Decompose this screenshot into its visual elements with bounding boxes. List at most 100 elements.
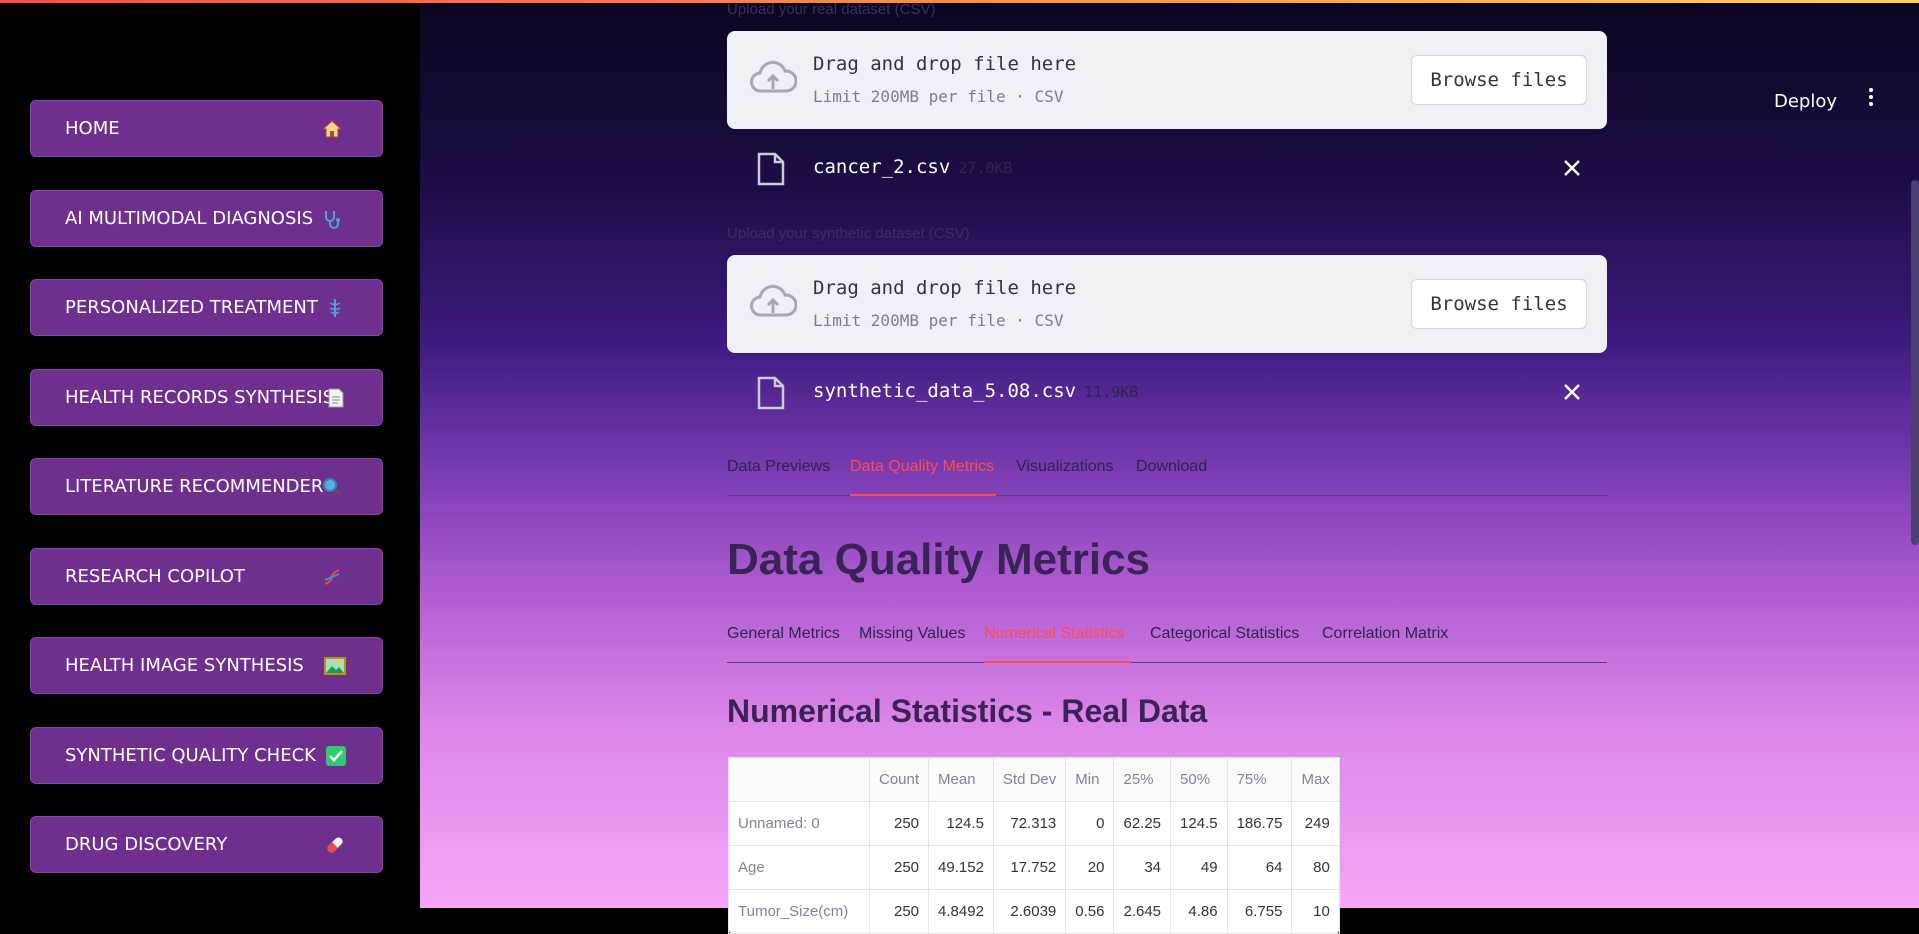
cloud-upload-icon: [750, 60, 797, 93]
dna-icon: [322, 567, 342, 587]
picture-icon: [324, 656, 346, 675]
file-uploader-synthetic[interactable]: Drag and drop file here Limit 200MB per …: [727, 255, 1607, 353]
column-header[interactable]: [728, 757, 870, 802]
table-cell: 250: [868, 889, 930, 934]
sidebar-item-label: DRUG DISCOVERY: [65, 834, 228, 855]
tab-download[interactable]: Download: [1136, 458, 1207, 476]
table-row: Age 250 49.152 17.752 20 34 49 64 80: [728, 845, 1340, 890]
file-size: 11.9KB: [1084, 383, 1139, 401]
table-cell: 124.5: [928, 801, 994, 846]
sidebar-item-label: RESEARCH COPILOT: [65, 566, 245, 587]
magnifier-icon: [322, 477, 342, 497]
tab-visualizations[interactable]: Visualizations: [1016, 458, 1114, 476]
file-icon: [757, 152, 785, 186]
table-cell: 62.25: [1113, 801, 1172, 846]
deploy-button[interactable]: Deploy: [1774, 91, 1837, 112]
numerical-stats-table: Count Mean Std Dev Min 25% 50% 75% Max U…: [728, 757, 1340, 934]
sidebar-item-research-copilot[interactable]: RESEARCH COPILOT: [30, 548, 383, 605]
table-cell: 20: [1065, 845, 1115, 890]
table-cell: 6.755: [1226, 889, 1293, 934]
table-cell: 186.75: [1226, 801, 1293, 846]
table-cell: 250: [868, 845, 930, 890]
column-header[interactable]: Mean: [928, 757, 994, 802]
file-icon: [757, 376, 785, 410]
active-tab-indicator: [850, 494, 996, 496]
tab-general-metrics[interactable]: General Metrics: [727, 625, 840, 643]
page-title: Data Quality Metrics: [727, 535, 1151, 584]
tab-numerical-statistics[interactable]: Numerical Statistics: [984, 625, 1124, 643]
drag-drop-text: Drag and drop file here: [813, 53, 1077, 75]
sidebar-item-ai-multimodal-diagnosis[interactable]: AI MULTIMODAL DIAGNOSIS: [30, 190, 383, 247]
uploaded-file-synthetic: synthetic_data_5.08.csv 11.9KB: [727, 368, 1607, 418]
active-tab-indicator: [984, 661, 1131, 663]
column-header[interactable]: Min: [1065, 757, 1115, 802]
scrollbar[interactable]: [1911, 180, 1919, 545]
sidebar-item-drug-discovery[interactable]: DRUG DISCOVERY: [30, 816, 383, 873]
tab-data-previews[interactable]: Data Previews: [727, 458, 830, 476]
sidebar-item-personalized-treatment[interactable]: PERSONALIZED TREATMENT: [30, 279, 383, 336]
column-header[interactable]: 75%: [1226, 757, 1293, 802]
table-cell: 124.5: [1170, 801, 1228, 846]
column-header[interactable]: Std Dev: [992, 757, 1067, 802]
sidebar-item-label: HEALTH IMAGE SYNTHESIS: [65, 655, 304, 676]
remove-file-icon[interactable]: [1560, 156, 1584, 180]
drag-drop-text: Drag and drop file here: [813, 277, 1077, 299]
section-title: Numerical Statistics - Real Data: [727, 693, 1208, 729]
file-uploader-real[interactable]: Drag and drop file here Limit 200MB per …: [727, 31, 1607, 129]
upload-real-label: Upload your real dataset (CSV): [727, 1, 936, 18]
table-cell: 249: [1291, 801, 1340, 846]
cloud-upload-icon: [750, 284, 797, 317]
file-name: synthetic_data_5.08.csv: [813, 380, 1077, 402]
house-icon: [322, 119, 342, 138]
tab-data-quality-metrics[interactable]: Data Quality Metrics: [850, 458, 994, 476]
sidebar-item-label: LITERATURE RECOMMENDER: [65, 476, 324, 497]
table-cell: 64: [1226, 845, 1293, 890]
file-name: cancer_2.csv: [813, 156, 951, 178]
sidebar-item-literature-recommender[interactable]: LITERATURE RECOMMENDER: [30, 458, 383, 515]
table-cell: 80: [1291, 845, 1340, 890]
sidebar-item-synthetic-quality-check[interactable]: SYNTHETIC QUALITY CHECK: [30, 727, 383, 784]
sidebar-item-health-records-synthesis[interactable]: HEALTH RECORDS SYNTHESIS: [30, 369, 383, 426]
table-cell: 72.313: [992, 801, 1067, 846]
sidebar-item-label: PERSONALIZED TREATMENT: [65, 297, 318, 318]
document-icon: [328, 388, 344, 408]
remove-file-icon[interactable]: [1560, 380, 1584, 404]
tab-missing-values[interactable]: Missing Values: [859, 625, 965, 643]
file-limit-text: Limit 200MB per file · CSV: [813, 311, 1064, 330]
tab-categorical-statistics[interactable]: Categorical Statistics: [1150, 625, 1299, 643]
uploaded-file-real: cancer_2.csv 27.0KB: [727, 144, 1607, 194]
table-cell: 250: [868, 801, 930, 846]
more-menu-icon[interactable]: [1867, 88, 1875, 110]
row-header: Age: [728, 845, 870, 890]
table-cell: 2.645: [1113, 889, 1172, 934]
file-size: 27.0KB: [958, 159, 1013, 177]
caduceus-icon: [328, 298, 342, 318]
sub-tab-bar: General Metrics Missing Values Numerical…: [727, 617, 1607, 663]
browse-files-button[interactable]: Browse files: [1411, 55, 1587, 105]
sidebar-item-label: HEALTH RECORDS SYNTHESIS: [65, 387, 335, 408]
table-row: Unnamed: 0 250 124.5 72.313 0 62.25 124.…: [728, 801, 1340, 846]
sidebar-item-label: HOME: [65, 118, 120, 139]
table-cell: 49: [1170, 845, 1228, 890]
main-tab-bar: Data Previews Data Quality Metrics Visua…: [727, 450, 1607, 496]
table-cell: 17.752: [992, 845, 1067, 890]
sidebar-item-health-image-synthesis[interactable]: HEALTH IMAGE SYNTHESIS: [30, 637, 383, 694]
check-box-icon: [326, 745, 346, 766]
row-header: Tumor_Size(cm): [728, 889, 870, 934]
sidebar-item-home[interactable]: HOME: [30, 100, 383, 157]
top-decoration-bar: [0, 0, 1919, 3]
column-header[interactable]: Count: [868, 757, 930, 802]
table-cell: 4.86: [1170, 889, 1228, 934]
browse-files-button[interactable]: Browse files: [1411, 279, 1587, 329]
sidebar-item-label: AI MULTIMODAL DIAGNOSIS: [65, 208, 314, 229]
column-header[interactable]: 25%: [1113, 757, 1172, 802]
column-header[interactable]: Max: [1291, 757, 1340, 802]
table-cell: 2.6039: [992, 889, 1067, 934]
column-header[interactable]: 50%: [1170, 757, 1228, 802]
sidebar-item-label: SYNTHETIC QUALITY CHECK: [65, 745, 316, 766]
table-cell: 49.152: [928, 845, 994, 890]
upload-synthetic-label: Upload your synthetic dataset (CSV): [727, 225, 970, 242]
row-header: Unnamed: 0: [728, 801, 870, 846]
tab-correlation-matrix[interactable]: Correlation Matrix: [1322, 625, 1448, 643]
table-row: Tumor_Size(cm) 250 4.8492 2.6039 0.56 2.…: [728, 889, 1340, 934]
